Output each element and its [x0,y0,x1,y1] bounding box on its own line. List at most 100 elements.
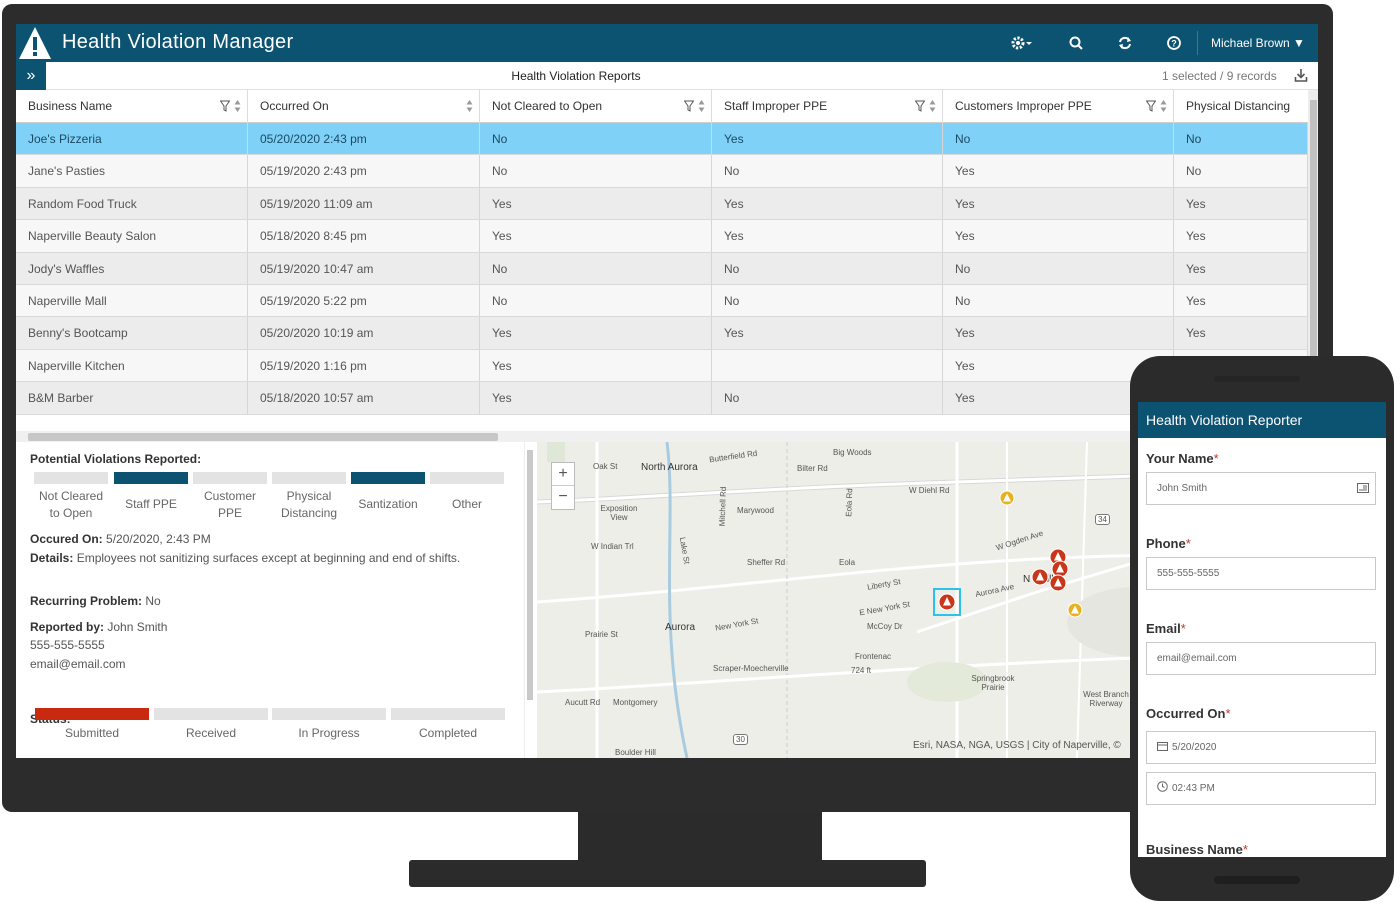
table-row[interactable]: Random Food Truck 05/19/2020 11:09 am Yes Y… [16,187,1308,221]
time-input[interactable]: 02:43 PM [1146,772,1376,805]
status-label: Submitted [64,726,120,740]
violation-label: Staff PPE [125,497,177,511]
column-header-staff-ppe[interactable]: Staff Improper PPE [712,90,943,123]
selected-marker-icon[interactable] [933,588,961,616]
map-label: Springbrook Prairie [971,674,1015,692]
map-label: West Branch Riverway [1083,690,1129,708]
status-segment [391,708,505,720]
zoom-in-button[interactable]: + [552,463,574,486]
table-toolbar: » Health Violation Reports 1 selected / … [16,62,1318,90]
table-title: Health Violation Reports [511,69,641,83]
phone-frame: Health Violation Reporter Your Name* Joh… [1130,356,1394,901]
sort-icon[interactable] [234,99,241,113]
map-label: W Diehl Rd [909,486,950,495]
violations-heading: Potential Violations Reported: [30,452,202,466]
details-scroll-thumb[interactable] [527,450,533,700]
refresh-icon[interactable] [1116,34,1134,52]
column-header-not-cleared[interactable]: Not Cleared to Open [480,90,712,123]
date-input[interactable]: 5/20/2020 [1146,731,1376,764]
records-table: Business Name Occurred On Not Cleared to… [16,90,1308,416]
map-label: North Aurora [641,462,698,473]
table-row[interactable]: B&M Barber 05/18/2020 10:57 am Yes No Yes [16,382,1308,415]
filter-icon[interactable] [915,100,925,112]
marker-violation-icon[interactable] [1031,568,1049,586]
status-segment [35,708,149,720]
map-label: Oak St [593,462,618,471]
contact-card-icon[interactable] [1357,483,1369,493]
details-line: Details: Employees not sanitizing surfac… [30,551,461,565]
download-icon[interactable] [1294,67,1308,83]
violation-segment [193,472,267,484]
table-horizontal-scroll-thumb[interactable] [28,433,498,441]
map-label: Big Woods [833,448,872,457]
column-header-business-name[interactable]: Business Name [16,90,248,123]
route-shield: 30 [733,734,748,745]
map-label: 724 ft [851,666,872,675]
violation-label: Customer PPE [203,489,256,520]
user-menu[interactable]: Michael Brown ▼ [1197,31,1305,55]
column-header-customers-ppe[interactable]: Customers Improper PPE [943,90,1174,123]
sort-icon[interactable] [1160,99,1167,113]
violation-segment [430,472,504,484]
status-segment [272,708,386,720]
sort-icon[interactable] [466,99,473,113]
filter-icon[interactable] [1146,100,1156,112]
marker-violation-icon[interactable] [1049,574,1067,592]
map-label: Eola [839,558,856,567]
column-header-physical-distancing[interactable]: Physical Distancing [1174,90,1308,123]
map-label: Prairie St [585,630,618,639]
table-row[interactable]: Naperville Beauty Salon 05/18/2020 8:45 p… [16,220,1308,253]
field-label-phone: Phone* [1146,536,1191,551]
svg-text:?: ? [1171,39,1177,49]
table-vertical-scroll-thumb[interactable] [1310,100,1317,380]
your-name-input[interactable]: John Smith [1146,472,1376,505]
clock-icon [1157,781,1168,792]
violation-label: Other [451,497,482,511]
phone-input[interactable]: 555-555-5555 [1146,557,1376,590]
table-row[interactable]: Jody's Waffles 05/19/2020 10:47 am No No No Y… [16,252,1308,285]
map-label: Frontenac [855,652,892,661]
zoom-control: + − [551,462,575,510]
app-title: Health Violation Manager [62,31,294,53]
reported-by-line: Reported by: John Smith [30,620,168,634]
email-input[interactable]: email@email.com [1146,642,1376,675]
table-row[interactable]: Benny's Bootcamp 05/20/2020 10:19 am Yes Ye… [16,317,1308,350]
map-label: Bilter Rd [797,464,828,473]
field-label-occurred-on: Occurred On* [1146,706,1231,721]
map-label: Montgomery [613,698,658,707]
help-icon[interactable]: ? [1165,34,1183,52]
map-label: Sheffer Rd [747,558,786,567]
record-count: 1 selected / 9 records [1162,69,1277,83]
reporter-email: email@email.com [30,657,126,671]
violations-indicator [34,472,504,484]
gear-icon[interactable] [1010,34,1034,52]
desktop-app-screen: Health Violation Manager ? Michael Brown… [16,24,1318,758]
marker-warning-icon[interactable] [999,490,1015,506]
column-header-occurred-on[interactable]: Occurred On [248,90,480,123]
sort-icon[interactable] [698,99,705,113]
sort-icon[interactable] [929,99,936,113]
warning-logo-icon [19,27,51,59]
violation-label: Not Cleared to Open [38,489,104,520]
route-shield: 34 [1095,514,1110,525]
map-label: W Indian Trl [591,542,634,551]
filter-icon[interactable] [220,100,230,112]
search-icon[interactable] [1067,34,1085,52]
marker-warning-icon[interactable] [1067,602,1083,618]
table-row[interactable]: Joe's Pizzeria 05/20/2020 2:43 pm No Yes No N… [16,123,1308,156]
table-header: Business Name Occurred On Not Cleared to… [16,90,1308,123]
calendar-icon [1157,742,1168,751]
table-row[interactable]: Jane's Pasties 05/19/2020 2:43 pm No No Yes N… [16,155,1308,188]
violation-label: Santization [358,497,418,511]
violation-segment [272,472,346,484]
map-label: Scraper-Moecherville [713,664,789,673]
violation-segment [114,472,188,484]
status-label: Completed [418,726,478,740]
zoom-out-button[interactable]: − [552,486,574,509]
map-label: McCoy Dr [867,622,903,631]
table-row[interactable]: Naperville Mall 05/19/2020 5:22 pm No No No Y… [16,284,1308,318]
table-row[interactable]: Naperville Kitchen 05/19/2020 1:16 pm Yes Y… [16,349,1308,383]
violation-label: Physical Distancing [280,489,338,520]
field-label-business-name: Business Name* [1146,842,1248,857]
filter-icon[interactable] [684,100,694,112]
